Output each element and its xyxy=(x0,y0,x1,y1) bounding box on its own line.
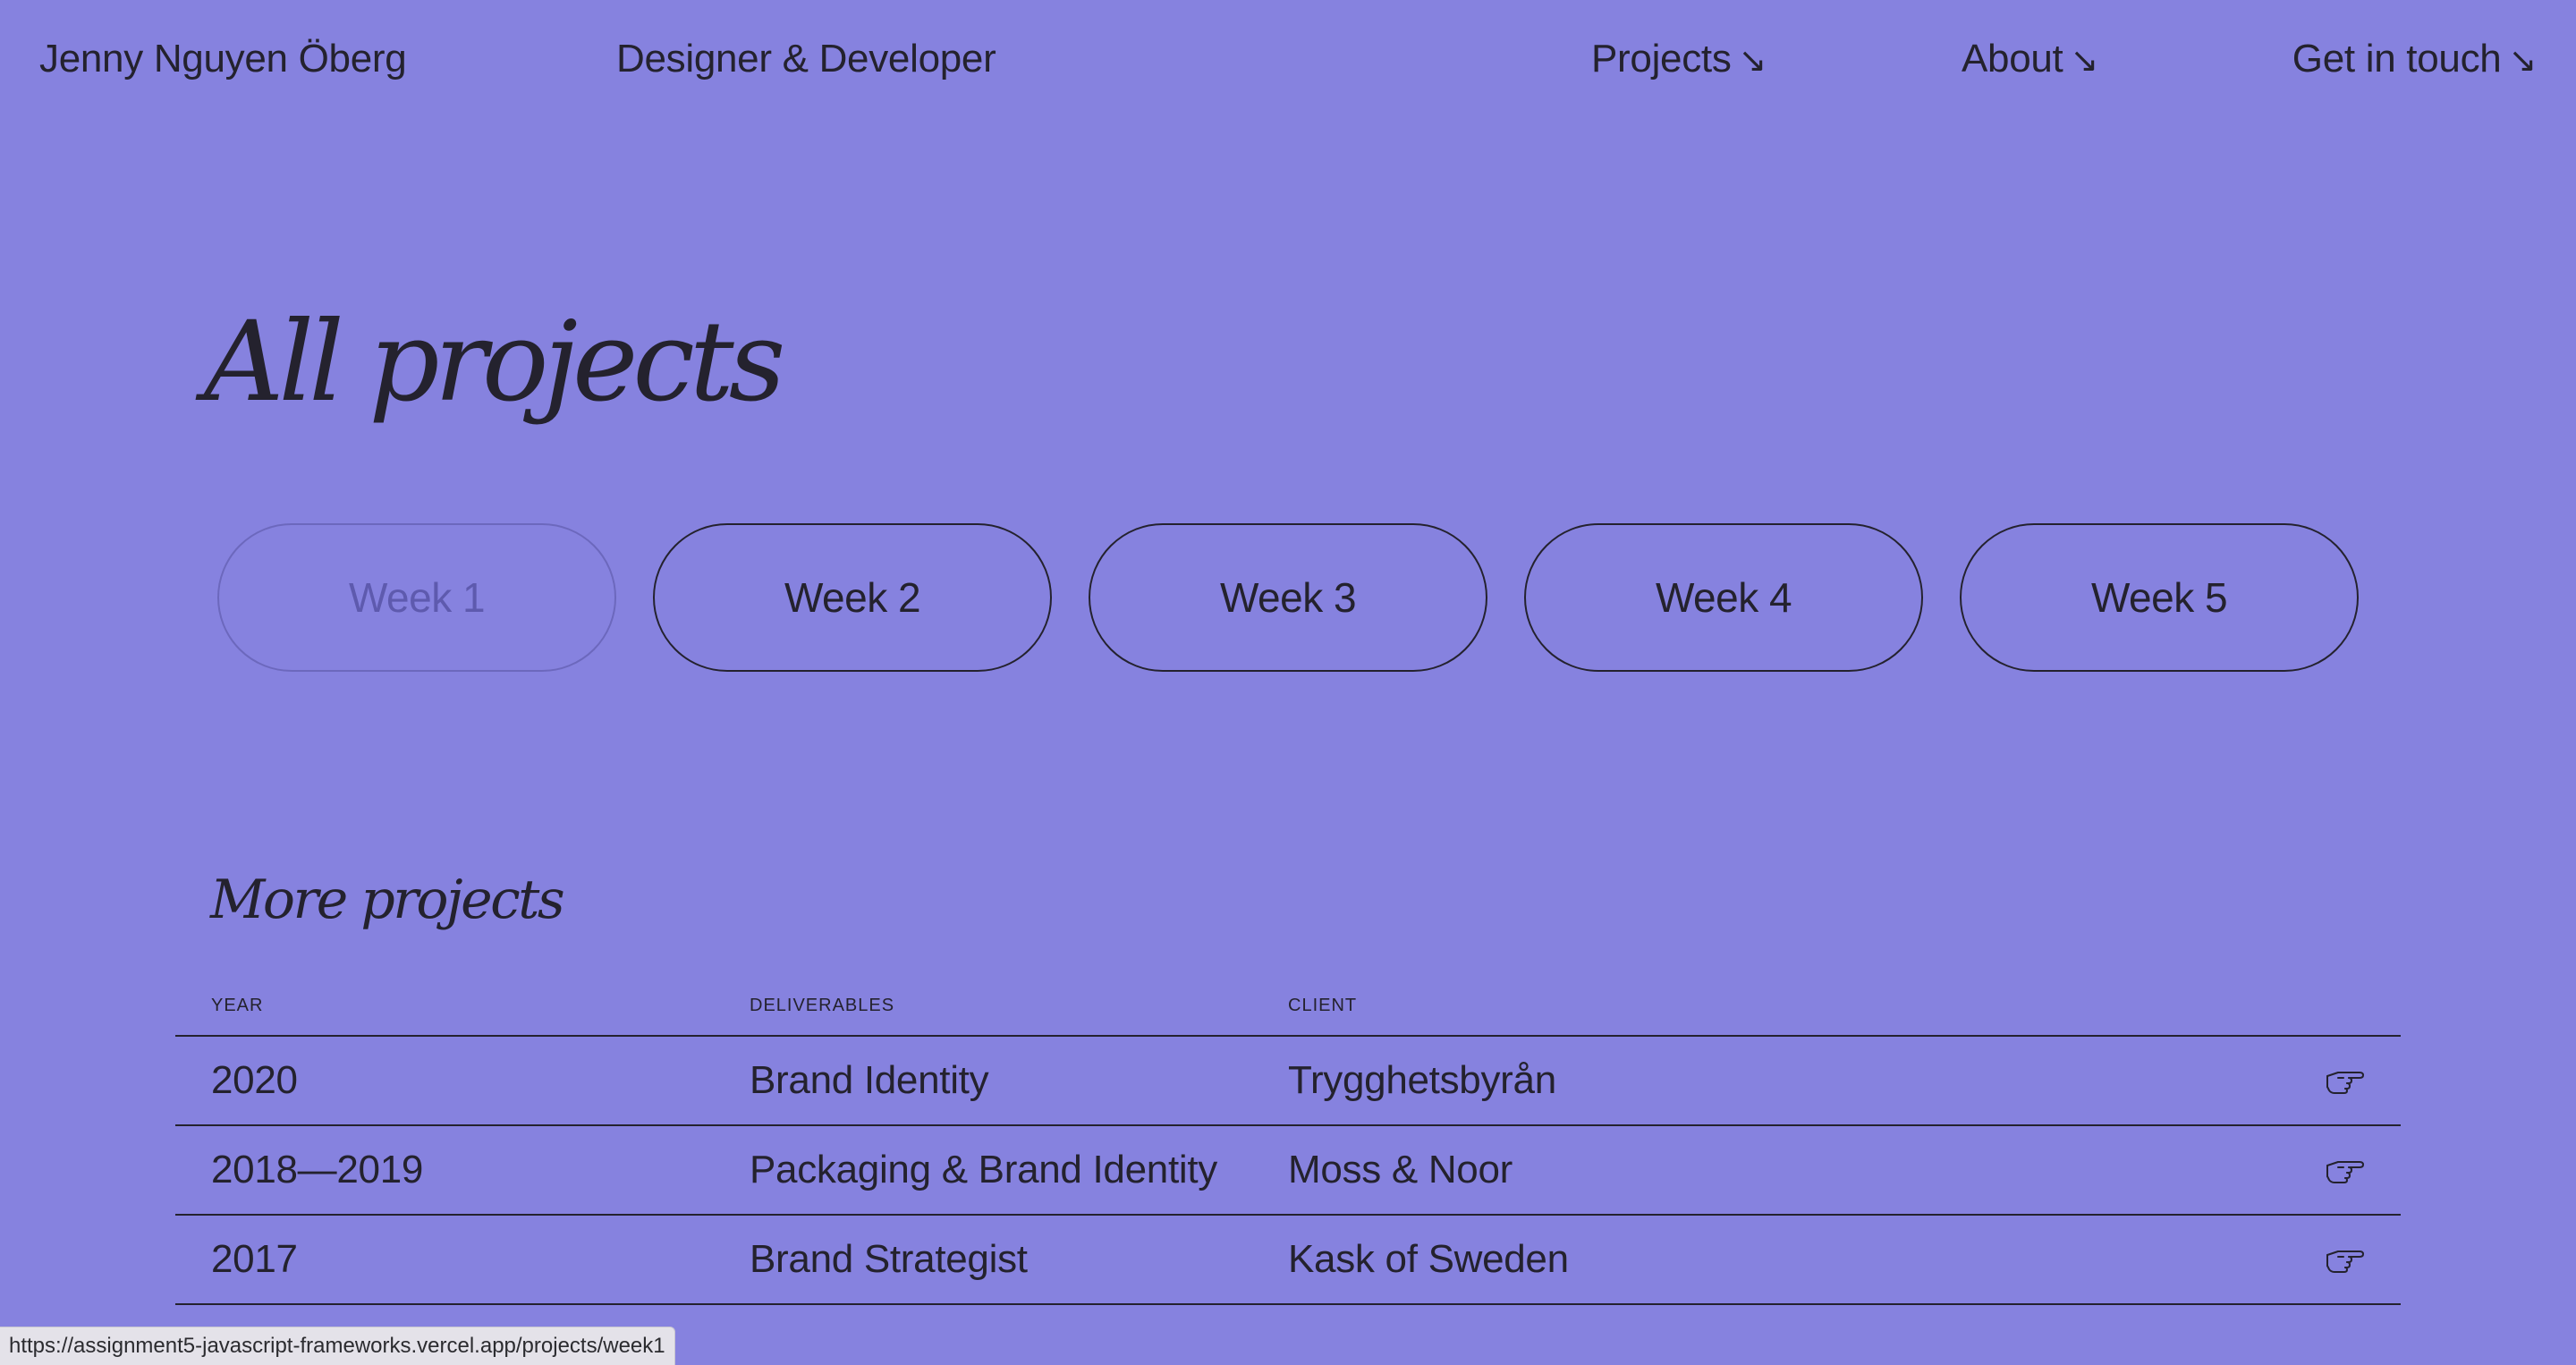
row-deliverables: Packaging & Brand Identity xyxy=(750,1148,1217,1191)
arrow-down-right-icon: ↘ xyxy=(2508,42,2537,80)
nav-get-in-touch-label: Get in touch xyxy=(2292,37,2502,81)
projects-table: YEAR DELIVERABLES CLIENT 2020 Brand Iden… xyxy=(175,988,2401,1305)
arrow-down-right-icon: ↘ xyxy=(1738,42,1767,80)
week-4-button[interactable]: Week 4 xyxy=(1524,523,1923,672)
column-header-year: YEAR xyxy=(211,996,264,1015)
pointing-hand-icon[interactable] xyxy=(2324,1126,2367,1214)
page-title: All projects xyxy=(204,298,785,427)
column-header-deliverables: DELIVERABLES xyxy=(750,996,895,1015)
row-year: 2018—2019 xyxy=(211,1148,424,1191)
row-client: Kask of Sweden xyxy=(1288,1237,1569,1281)
status-bar-url: https://assignment5-javascript-framework… xyxy=(0,1327,675,1365)
table-row[interactable]: 2018—2019 Packaging & Brand Identity Mos… xyxy=(175,1126,2401,1216)
site-role: Designer & Developer xyxy=(616,37,996,81)
nav-about-label: About xyxy=(1962,37,2063,81)
table-row[interactable]: 2020 Brand Identity Trygghetsbyrån xyxy=(175,1037,2401,1126)
pointing-hand-icon[interactable] xyxy=(2324,1037,2367,1124)
nav-projects-label: Projects xyxy=(1591,37,1732,81)
row-client: Moss & Noor xyxy=(1288,1148,1513,1191)
week-2-button[interactable]: Week 2 xyxy=(653,523,1052,672)
more-projects-title: More projects xyxy=(210,869,565,931)
nav-get-in-touch-link[interactable]: Get in touch ↘ xyxy=(2292,32,2537,88)
row-year: 2020 xyxy=(211,1058,298,1102)
nav-projects-link[interactable]: Projects ↘ xyxy=(1591,32,1767,88)
row-deliverables: Brand Strategist xyxy=(750,1237,1028,1281)
week-1-button: Week 1 xyxy=(217,523,616,672)
week-3-button[interactable]: Week 3 xyxy=(1089,523,1487,672)
site-name[interactable]: Jenny Nguyen Öberg xyxy=(39,32,407,86)
arrow-down-right-icon: ↘ xyxy=(2070,42,2099,80)
row-year: 2017 xyxy=(211,1237,298,1281)
row-deliverables: Brand Identity xyxy=(750,1058,989,1102)
column-header-client: CLIENT xyxy=(1288,996,1358,1015)
nav-about-link[interactable]: About ↘ xyxy=(1962,32,2098,88)
table-row[interactable]: 2017 Brand Strategist Kask of Sweden xyxy=(175,1216,2401,1305)
week-5-button[interactable]: Week 5 xyxy=(1960,523,2359,672)
pointing-hand-icon[interactable] xyxy=(2324,1216,2367,1303)
table-header: YEAR DELIVERABLES CLIENT xyxy=(175,988,2401,1037)
row-client: Trygghetsbyrån xyxy=(1288,1058,1556,1102)
